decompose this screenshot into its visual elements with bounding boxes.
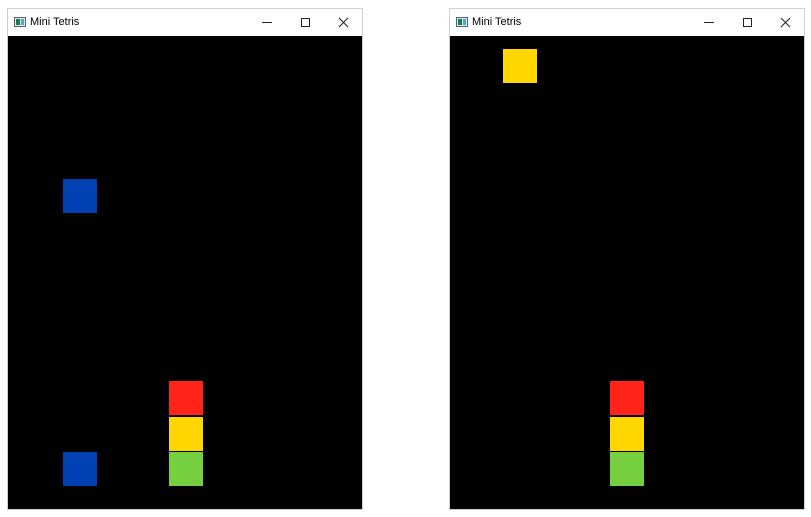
landed-block-red <box>610 381 644 415</box>
maximize-icon <box>300 18 310 27</box>
falling-block-yellow <box>503 49 537 83</box>
close-button[interactable] <box>324 9 362 36</box>
window-title: Mini Tetris <box>30 16 80 28</box>
mini-tetris-window-left: Mini Tetris <box>7 8 363 510</box>
maximize-button[interactable] <box>728 9 766 36</box>
app-window-icon <box>456 17 468 27</box>
minimize-button[interactable] <box>690 9 728 36</box>
close-button[interactable] <box>766 9 804 36</box>
game-board[interactable] <box>450 36 804 509</box>
title-bar[interactable]: Mini Tetris <box>450 9 804 36</box>
app-window-icon <box>14 17 26 27</box>
landed-block-yellow <box>610 417 644 451</box>
minimize-icon <box>704 22 714 23</box>
landed-block-green <box>610 452 644 486</box>
maximize-button[interactable] <box>286 9 324 36</box>
maximize-icon <box>742 18 752 27</box>
falling-block-blue <box>63 179 97 213</box>
game-board[interactable] <box>8 36 362 509</box>
window-title: Mini Tetris <box>472 16 522 28</box>
minimize-button[interactable] <box>248 9 286 36</box>
landed-block-green <box>169 452 203 486</box>
close-icon <box>338 17 349 28</box>
mini-tetris-window-right: Mini Tetris <box>449 8 805 510</box>
landed-block-yellow <box>169 417 203 451</box>
close-icon <box>780 17 791 28</box>
minimize-icon <box>262 22 272 23</box>
landed-block-red <box>169 381 203 415</box>
landed-block-blue <box>63 452 97 486</box>
title-bar[interactable]: Mini Tetris <box>8 9 362 36</box>
